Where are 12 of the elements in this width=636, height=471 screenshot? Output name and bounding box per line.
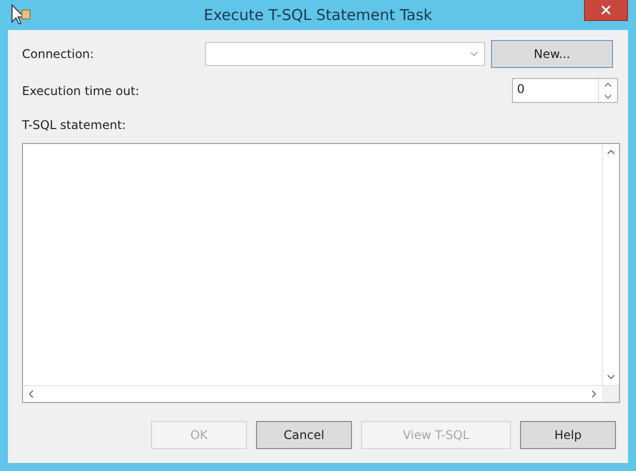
dialog-button[interactable]: Help [520, 421, 616, 449]
new-button[interactable]: New... [491, 40, 613, 68]
field-label: T-SQL statement: [22, 118, 127, 132]
dialog-button[interactable]: Cancel [256, 421, 352, 449]
window-title: Execute T-SQL Statement Task [204, 6, 432, 24]
app-icon [10, 4, 32, 26]
close-icon [599, 3, 613, 17]
timeout-spinner[interactable]: 0 [512, 78, 618, 103]
scrollbar-corner [602, 385, 619, 402]
close-button[interactable] [584, 0, 628, 21]
field-label: Execution time out: [22, 84, 140, 98]
field-label: Connection: [22, 46, 95, 60]
